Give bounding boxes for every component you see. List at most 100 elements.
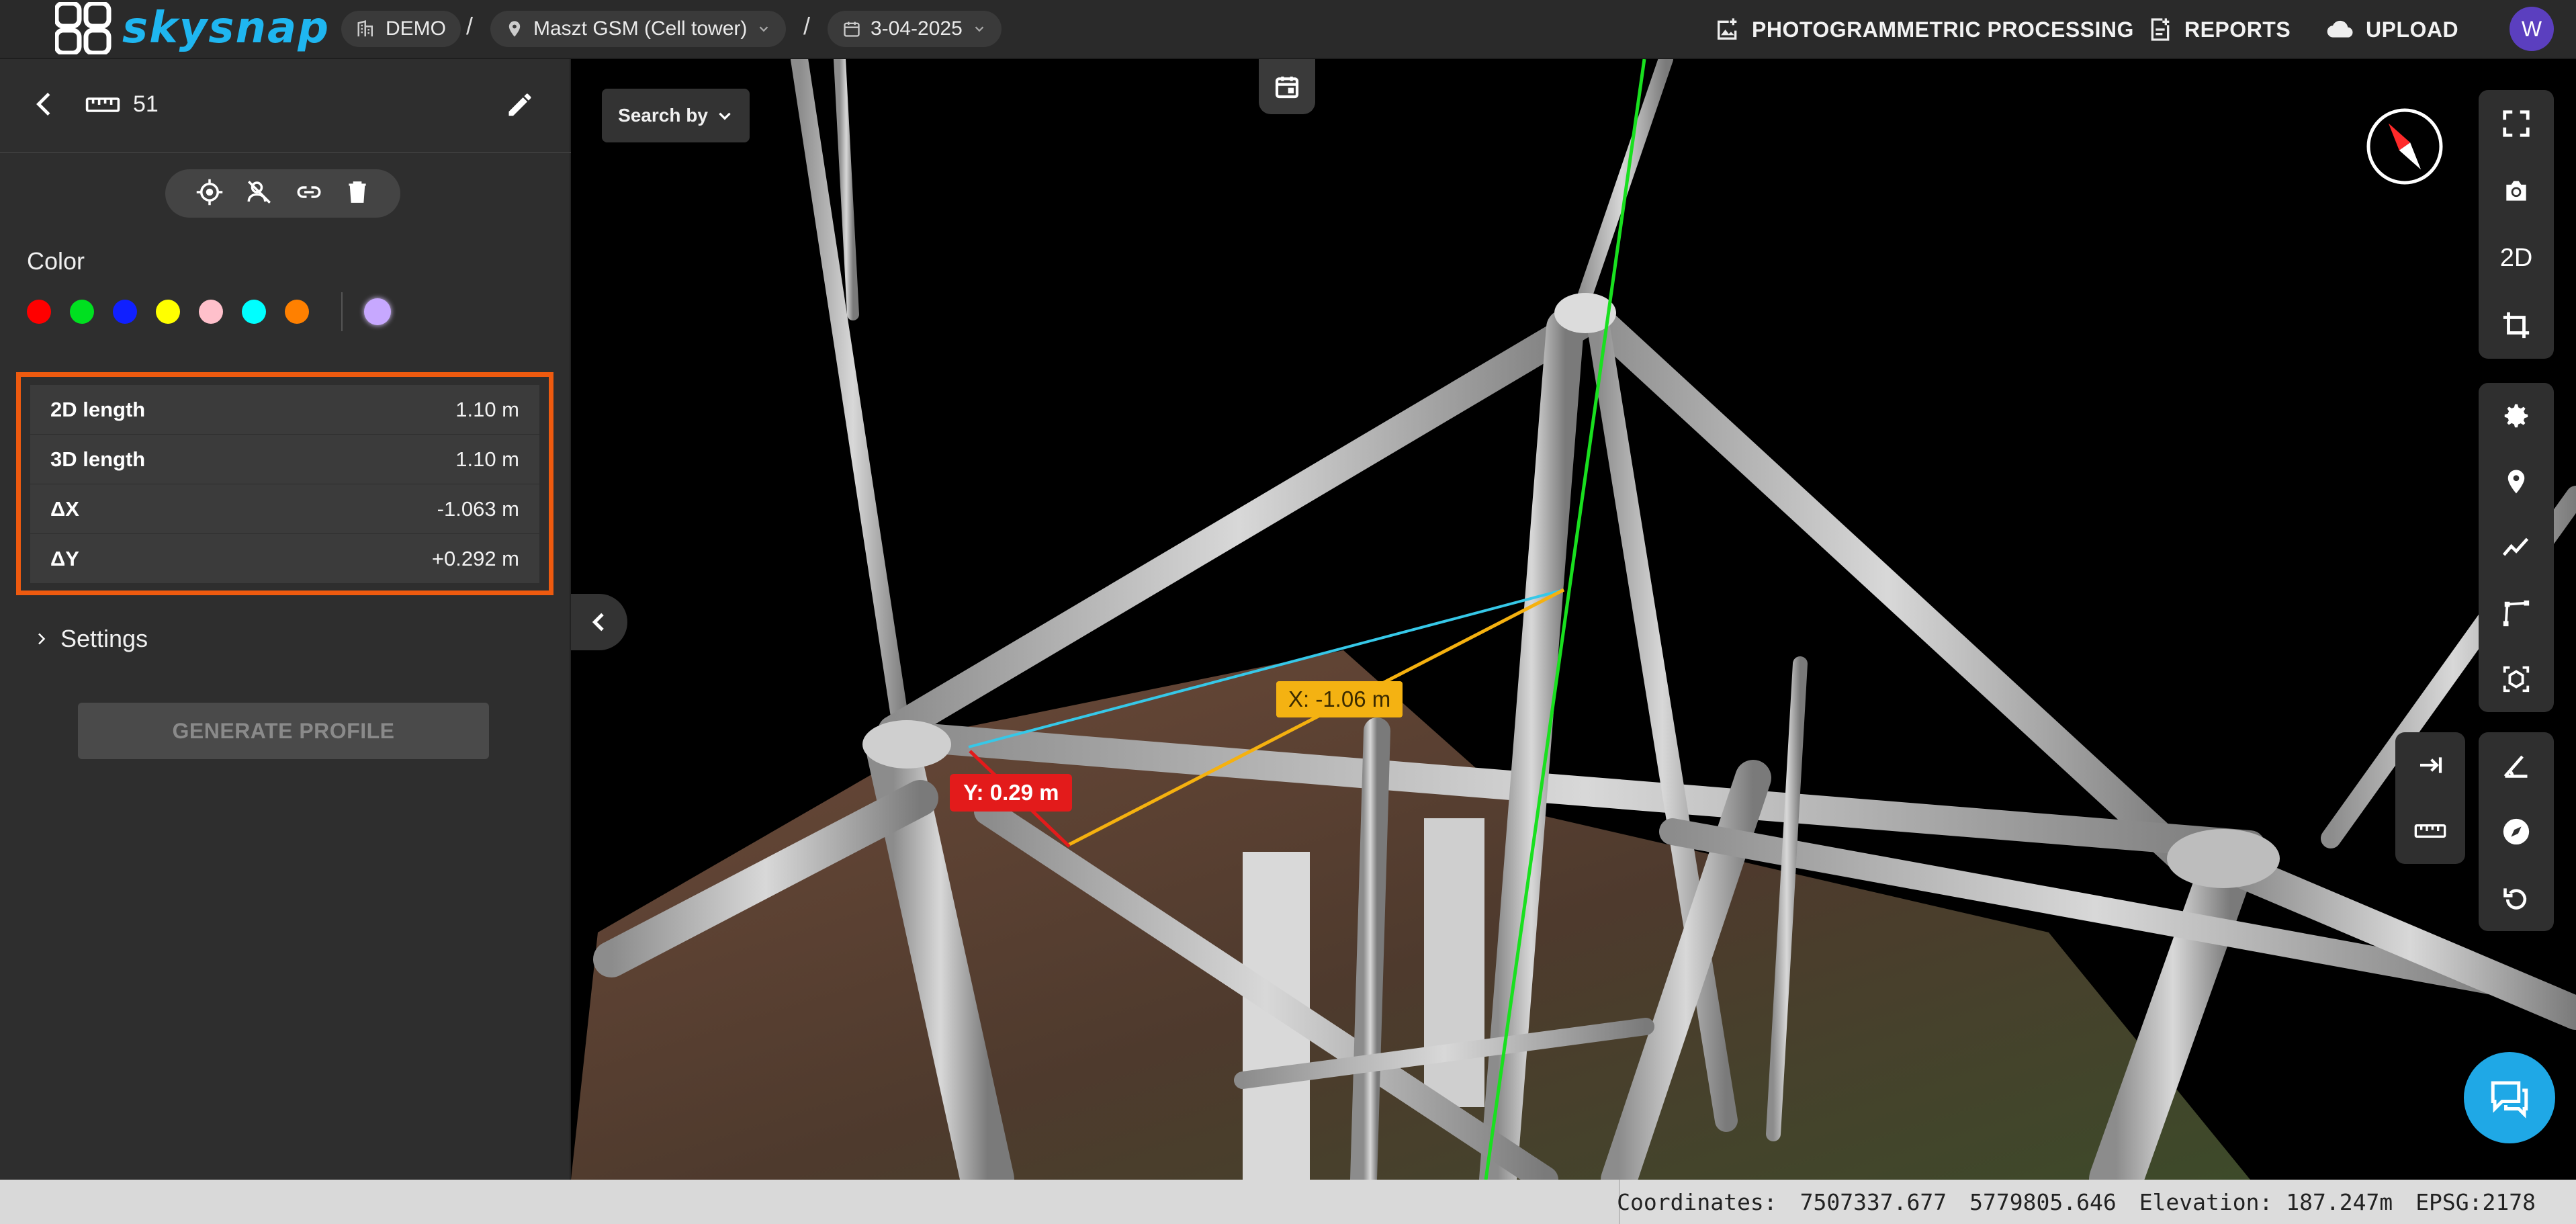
- photogrammetric-processing-button[interactable]: PHOTOGRAMMETRIC PROCESSING: [1714, 12, 2134, 47]
- settings-toggle[interactable]: Settings: [35, 625, 148, 653]
- ruler-icon: [2414, 824, 2446, 838]
- fullscreen-icon: [2503, 110, 2530, 137]
- delta-x-label: X: -1.06 m: [1276, 681, 1403, 717]
- color-swatch-green[interactable]: [70, 300, 94, 324]
- color-swatch-red[interactable]: [27, 300, 51, 324]
- hide-labels-button[interactable]: [245, 178, 274, 210]
- measurement-value: 1.10 m: [455, 447, 519, 471]
- point-cloud-viewer[interactable]: Search by X: -1.06 m Y: 0.29 m 2D: [571, 59, 2576, 1180]
- volume-tool-button[interactable]: [2493, 656, 2540, 703]
- angle-icon: [2503, 755, 2528, 779]
- fullscreen-button[interactable]: [2493, 100, 2540, 147]
- color-swatch-pink[interactable]: [199, 300, 223, 324]
- ruler-button[interactable]: [2407, 807, 2454, 855]
- measurement-row-delta-x: ΔX -1.063 m: [30, 484, 539, 534]
- mode-2d-button[interactable]: 2D: [2493, 234, 2540, 281]
- color-swatch-selected-custom[interactable]: [364, 298, 391, 325]
- breadcrumb-date-label: 3-04-2025: [871, 17, 963, 40]
- top-bar: skysnap DEMO / Maszt GSM (Cell tower) / …: [0, 0, 2576, 59]
- color-swatch-blue[interactable]: [113, 300, 137, 324]
- collapse-panel-button[interactable]: [571, 594, 627, 650]
- generate-profile-button[interactable]: GENERATE PROFILE: [78, 703, 489, 759]
- chevron-down-icon: [719, 112, 731, 120]
- link-icon: [297, 185, 321, 198]
- panel-header: 51: [0, 59, 571, 153]
- measurement-id: 51: [133, 91, 159, 117]
- measurement-results: 2D length 1.10 m 3D length 1.10 m ΔX -1.…: [16, 372, 553, 595]
- area-tool-button[interactable]: [2493, 590, 2540, 637]
- upload-button[interactable]: UPLOAD: [2324, 12, 2458, 47]
- cube-scan-icon: [2503, 666, 2530, 693]
- search-by-dropdown[interactable]: Search by: [602, 89, 750, 142]
- edit-button[interactable]: [505, 90, 535, 123]
- crop-button[interactable]: [2493, 302, 2540, 349]
- locate-button[interactable]: [195, 178, 224, 210]
- compass[interactable]: [2364, 106, 2445, 187]
- chat-button[interactable]: [2464, 1052, 2555, 1143]
- polyline-tool-button[interactable]: [2493, 524, 2540, 571]
- epsg-code: EPSG:2178: [2415, 1189, 2536, 1215]
- breadcrumb-project[interactable]: DEMO: [341, 11, 461, 47]
- breadcrumb-site[interactable]: Maszt GSM (Cell tower): [490, 11, 787, 47]
- breadcrumb-separator: /: [803, 12, 811, 40]
- gear-icon: [2504, 404, 2528, 428]
- upload-label: UPLOAD: [2366, 17, 2459, 42]
- pin-icon: [2507, 470, 2525, 494]
- chevron-left-icon: [592, 613, 604, 631]
- chevron-down-icon: [760, 26, 768, 32]
- point-tool-button[interactable]: [2493, 458, 2540, 505]
- color-swatch-cyan[interactable]: [242, 300, 266, 324]
- camera-icon: [2506, 181, 2526, 201]
- crop-icon: [2503, 312, 2530, 339]
- skysnap-logo[interactable]: skysnap: [54, 1, 330, 56]
- coordinates-label: Coordinates:: [1617, 1189, 1777, 1215]
- measurement-row-2d-length: 2D length 1.10 m: [30, 385, 539, 435]
- reports-button[interactable]: REPORTS: [2147, 12, 2291, 47]
- tools-toolbar: [2479, 383, 2554, 712]
- measure-subtoolbar: [2395, 732, 2465, 864]
- date-picker-tab[interactable]: [1259, 59, 1315, 114]
- reset-view-button[interactable]: [2493, 875, 2540, 922]
- rotate-icon: [2503, 887, 2527, 910]
- polyline-icon: [2502, 537, 2529, 556]
- color-swatch-orange[interactable]: [285, 300, 309, 324]
- measurement-label: 3D length: [50, 447, 146, 471]
- ruler-icon: [85, 91, 121, 122]
- calendar-icon: [1275, 77, 1299, 99]
- tower-node: [862, 720, 951, 769]
- breadcrumb-separator: /: [466, 12, 474, 40]
- chat-icon: [2491, 1081, 2528, 1119]
- cloud-upload-icon: [2327, 20, 2353, 38]
- measurement-value: -1.063 m: [437, 496, 519, 521]
- back-button[interactable]: [30, 89, 60, 123]
- coordinate-x: 7507337.677: [1800, 1189, 1947, 1215]
- logo-text: skysnap: [122, 3, 330, 53]
- breadcrumb-date[interactable]: 3-04-2025: [828, 11, 1002, 47]
- screenshot-button[interactable]: [2493, 167, 2540, 214]
- settings-button[interactable]: [2493, 392, 2540, 439]
- search-by-label: Search by: [618, 105, 708, 126]
- add-photo-icon: [1718, 18, 1737, 40]
- angle-tool-button[interactable]: [2493, 742, 2540, 789]
- distance-arrow-button[interactable]: [2407, 742, 2454, 789]
- back-arrow-icon: [36, 92, 50, 116]
- report-add-icon: [2151, 18, 2170, 41]
- measurement-label: ΔY: [50, 546, 79, 570]
- navigation-button[interactable]: [2493, 808, 2540, 855]
- breadcrumb-project-label: DEMO: [386, 17, 446, 40]
- pencil-icon: [508, 93, 531, 116]
- point-cloud-scene: [571, 59, 2576, 1180]
- delete-button[interactable]: [345, 178, 370, 210]
- color-swatch-yellow[interactable]: [156, 300, 180, 324]
- status-bar: Coordinates: 7507337.677 5779805.646 Ele…: [0, 1180, 2576, 1224]
- arrow-right-bar-icon: [2420, 757, 2442, 773]
- link-button[interactable]: [294, 178, 324, 210]
- settings-label: Settings: [60, 625, 148, 652]
- chevron-right-icon: [38, 633, 46, 645]
- calendar-icon: [844, 21, 860, 37]
- breadcrumb-site-label: Maszt GSM (Cell tower): [533, 17, 748, 40]
- measure-toolbar: [2479, 732, 2554, 931]
- user-avatar[interactable]: W: [2510, 7, 2554, 51]
- measurement-panel: 51 Color 2D length 1.10 m 3D length 1.10…: [0, 59, 571, 1180]
- building-icon: [357, 20, 373, 37]
